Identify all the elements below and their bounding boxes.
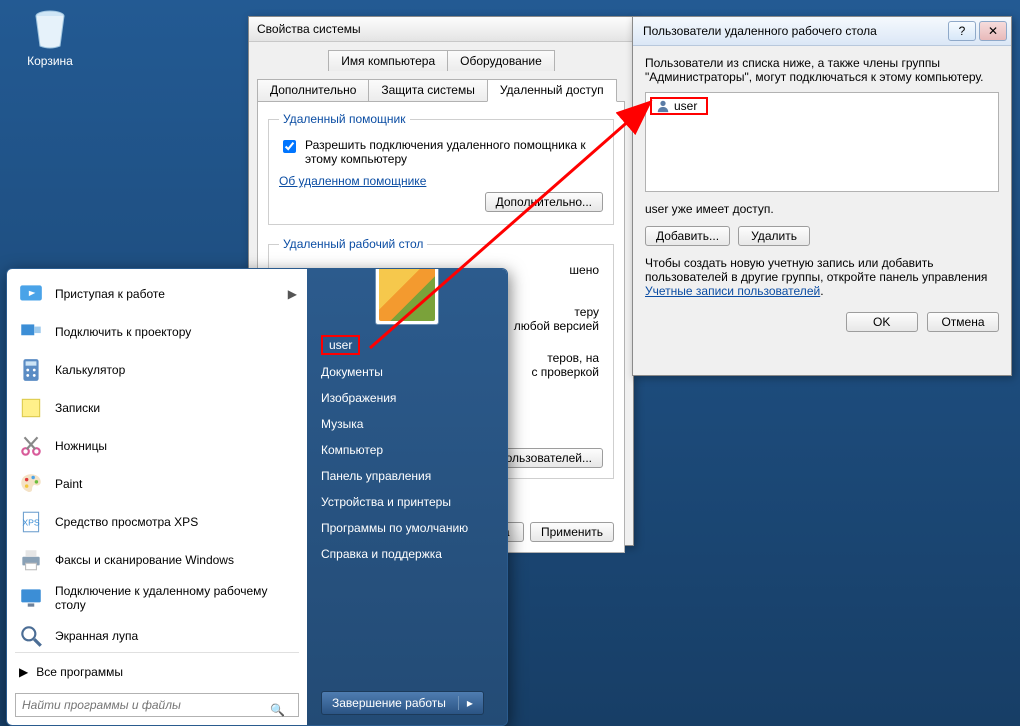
- remote-assistant-legend: Удаленный помощник: [279, 112, 410, 126]
- allow-remote-assist-label: Разрешить подключения удаленного помощни…: [305, 138, 603, 166]
- sm-item-label: Записки: [55, 401, 100, 415]
- start-menu: Приступая к работе ▶ Подключить к проекто…: [6, 268, 508, 726]
- rdp-users-note: Чтобы создать новую учетную запись или д…: [645, 256, 999, 298]
- chevron-right-icon: ▶: [19, 665, 28, 679]
- start-menu-program-list: Приступая к работе ▶ Подключить к проекто…: [7, 269, 307, 648]
- sysprop-title[interactable]: Свойства системы: [249, 17, 633, 42]
- rdp-users-desc: Пользователи из списка ниже, а также чле…: [645, 56, 999, 84]
- chevron-right-icon: ▸: [458, 696, 473, 710]
- tab-protection[interactable]: Защита системы: [368, 79, 487, 101]
- help-button[interactable]: ?: [948, 21, 976, 41]
- sm-link-pictures[interactable]: Изображения: [321, 391, 497, 405]
- calculator-icon: [18, 357, 44, 383]
- avatar-image: [379, 268, 435, 321]
- sm-item-fax-scan[interactable]: Факсы и сканирование Windows: [7, 541, 307, 579]
- sysprop-apply-button[interactable]: Применить: [530, 522, 614, 542]
- tab-hardware[interactable]: Оборудование: [447, 50, 555, 71]
- sm-link-computer[interactable]: Компьютер: [321, 443, 497, 457]
- tab-computer-name[interactable]: Имя компьютера: [328, 50, 448, 71]
- notes-icon: [18, 395, 44, 421]
- sm-link-default-programs[interactable]: Программы по умолчанию: [321, 521, 497, 535]
- start-menu-right: user Документы Изображения Музыка Компью…: [307, 269, 507, 725]
- play-icon: [18, 281, 44, 307]
- rdp-note-pre: Чтобы создать новую учетную запись или д…: [645, 256, 987, 284]
- printer-icon: [18, 547, 44, 573]
- sm-link-help[interactable]: Справка и поддержка: [321, 547, 497, 561]
- start-user-name[interactable]: user: [321, 335, 360, 355]
- remote-assist-advanced-button[interactable]: Дополнительно...: [485, 192, 603, 212]
- has-access-label: user уже имеет доступ.: [645, 202, 999, 216]
- sm-link-music[interactable]: Музыка: [321, 417, 497, 431]
- sm-link-devices[interactable]: Устройства и принтеры: [321, 495, 497, 509]
- sm-item-label: Paint: [55, 477, 82, 491]
- shutdown-label: Завершение работы: [332, 696, 446, 710]
- tab-remote[interactable]: Удаленный доступ: [487, 79, 617, 102]
- sm-item-projector[interactable]: Подключить к проектору: [7, 313, 307, 351]
- list-item-user-label: user: [674, 99, 697, 113]
- sm-item-rdp[interactable]: Подключение к удаленному рабочему столу: [7, 579, 307, 617]
- rdp-users-titlebar[interactable]: Пользователи удаленного рабочего стола ?…: [633, 17, 1011, 46]
- about-remote-assist-link[interactable]: Об удаленном помощнике: [279, 174, 426, 188]
- rdp-ok-button[interactable]: OK: [846, 312, 918, 332]
- remove-user-button[interactable]: Удалить: [738, 226, 810, 246]
- close-icon: ✕: [988, 24, 998, 38]
- tab-advanced[interactable]: Дополнительно: [257, 79, 369, 101]
- magnifier-icon: [18, 623, 44, 648]
- sm-item-label: Приступая к работе: [55, 287, 165, 301]
- scissors-icon: [18, 433, 44, 459]
- separator: [15, 652, 299, 653]
- rdp-icon: [18, 585, 44, 611]
- rdp-users-listbox[interactable]: user: [645, 92, 999, 192]
- rdp-users-title: Пользователи удаленного рабочего стола: [643, 24, 945, 38]
- user-accounts-link[interactable]: Учетные записи пользователей: [645, 284, 820, 298]
- sm-item-label: Калькулятор: [55, 363, 125, 377]
- remote-desktop-legend: Удаленный рабочий стол: [279, 237, 427, 251]
- start-search-input[interactable]: [15, 693, 299, 717]
- sm-item-paint[interactable]: Paint: [7, 465, 307, 503]
- xps-icon: XPS: [18, 509, 44, 535]
- recycle-bin-icon: [26, 4, 74, 52]
- allow-remote-assist-input[interactable]: [283, 140, 296, 153]
- add-user-button[interactable]: Добавить...: [645, 226, 730, 246]
- shutdown-button[interactable]: Завершение работы ▸: [321, 691, 484, 715]
- chevron-right-icon: ▶: [288, 287, 297, 301]
- allow-remote-assist-checkbox[interactable]: Разрешить подключения удаленного помощни…: [279, 138, 603, 166]
- recycle-bin-label: Корзина: [18, 54, 82, 68]
- svg-text:XPS: XPS: [22, 517, 40, 527]
- recycle-bin[interactable]: Корзина: [18, 4, 82, 68]
- sm-item-label: Ножницы: [55, 439, 107, 453]
- start-search[interactable]: 🔍: [15, 693, 299, 717]
- all-programs[interactable]: ▶ Все программы: [7, 657, 307, 687]
- rdp-users-dialog: Пользователи удаленного рабочего стола ?…: [632, 16, 1012, 376]
- list-item-user[interactable]: user: [650, 97, 708, 115]
- sm-item-label: Подключение к удаленному рабочему столу: [55, 584, 297, 612]
- sm-item-label: Экранная лупа: [55, 629, 138, 643]
- projector-icon: [18, 319, 44, 345]
- sm-item-snipping[interactable]: Ножницы: [7, 427, 307, 465]
- sm-item-label: Подключить к проектору: [55, 325, 191, 339]
- search-icon: 🔍: [270, 703, 285, 717]
- remote-assistant-group: Удаленный помощник Разрешить подключения…: [268, 112, 614, 225]
- close-button[interactable]: ✕: [979, 21, 1007, 41]
- sm-item-label: Средство просмотра XPS: [55, 515, 198, 529]
- sm-link-documents[interactable]: Документы: [321, 365, 497, 379]
- sm-item-magnifier[interactable]: Экранная лупа: [7, 617, 307, 648]
- user-icon: [656, 99, 670, 113]
- sm-link-control-panel[interactable]: Панель управления: [321, 469, 497, 483]
- sm-item-getting-started[interactable]: Приступая к работе ▶: [7, 275, 307, 313]
- paint-icon: [18, 471, 44, 497]
- sm-item-label: Факсы и сканирование Windows: [55, 553, 234, 567]
- user-avatar[interactable]: [375, 268, 439, 325]
- sm-item-xps-viewer[interactable]: XPS Средство просмотра XPS: [7, 503, 307, 541]
- all-programs-label: Все программы: [36, 665, 123, 679]
- sm-item-sticky-notes[interactable]: Записки: [7, 389, 307, 427]
- rdp-cancel-button[interactable]: Отмена: [927, 312, 999, 332]
- start-menu-left: Приступая к работе ▶ Подключить к проекто…: [7, 269, 307, 725]
- sm-item-calculator[interactable]: Калькулятор: [7, 351, 307, 389]
